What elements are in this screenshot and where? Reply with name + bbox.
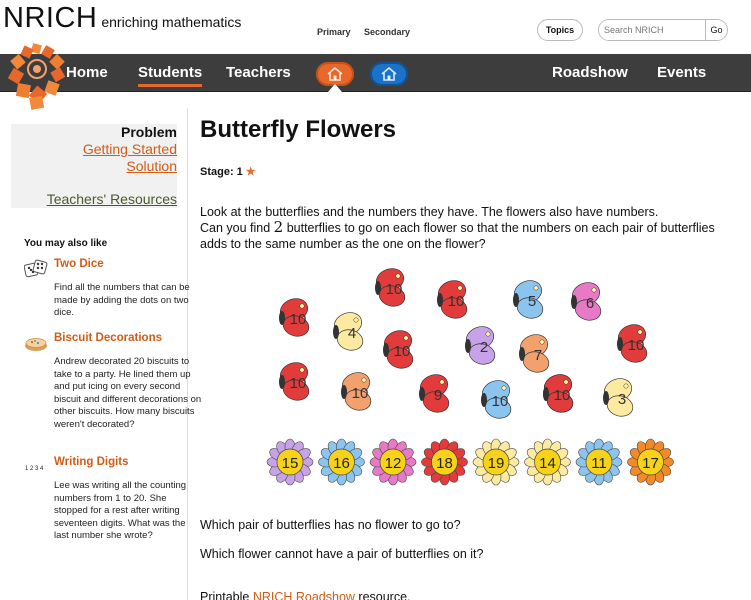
flower-number: 19 — [488, 455, 505, 472]
nav-teachers[interactable]: Teachers — [226, 64, 291, 81]
topics-button[interactable]: Topics — [537, 19, 583, 41]
flower: 17 — [627, 438, 674, 486]
intro-number: 2 — [273, 218, 284, 236]
digits-icon-text: 1 2 3 4 — [25, 466, 44, 472]
dice-icon[interactable] — [24, 258, 48, 280]
main-nav: Home Students Teachers Roadshow Events — [0, 54, 751, 92]
butterfly-number: 10 — [554, 387, 571, 404]
butterfly-number: 10 — [492, 393, 509, 410]
page-title: Butterfly Flowers — [200, 116, 397, 143]
secondary-level-button[interactable] — [370, 62, 408, 86]
flower-number: 16 — [333, 455, 350, 472]
active-level-caret — [328, 84, 342, 92]
sidebar-getting-started-link[interactable]: Getting Started — [83, 141, 177, 157]
stage-label: Stage: 1 ★ — [200, 165, 256, 179]
printable-text-a: Printable — [200, 590, 253, 600]
butterfly: 9 — [419, 374, 450, 413]
butterfly: 10 — [543, 374, 574, 413]
butterfly: 10 — [341, 372, 372, 411]
butterfly: 10 — [279, 298, 310, 337]
digits-icon[interactable]: 1 2 3 4 — [24, 456, 48, 478]
related-description: Lee was writing all the counting numbers… — [54, 480, 187, 542]
related-title-link[interactable]: Biscuit Decorations — [54, 332, 162, 344]
flower: 14 — [524, 438, 571, 486]
flower-number: 17 — [642, 455, 659, 472]
butterfly-number: 9 — [434, 387, 442, 404]
question-1: Which pair of butterflies has no flower … — [200, 518, 461, 532]
level-label-primary: Primary — [317, 27, 351, 37]
related-title-link[interactable]: Two Dice — [54, 258, 104, 270]
butterfly-number: 4 — [348, 325, 356, 342]
butterfly-number: 5 — [528, 293, 536, 310]
butterfly-number: 10 — [386, 281, 403, 298]
nav-students[interactable]: Students — [138, 64, 203, 87]
printable-line: Printable NRICH Roadshow resource. — [200, 590, 745, 600]
flower: 15 — [266, 438, 314, 486]
flower: 12 — [369, 438, 417, 486]
intro-text-a: Can you find — [200, 221, 274, 235]
butterfly: 10 — [383, 330, 414, 369]
butterfly: 10 — [481, 380, 512, 419]
problem-nav-box: Problem Getting Started Solution Teacher… — [11, 124, 177, 208]
butterfly-flowers-puzzle: 1010105610410271010910110315161218191411… — [266, 268, 674, 486]
go-button[interactable]: Go — [705, 20, 727, 40]
flower: 16 — [318, 438, 365, 486]
nav-roadshow[interactable]: Roadshow — [552, 64, 628, 81]
butterfly: 5 — [513, 280, 544, 319]
flower-number: 18 — [436, 455, 453, 472]
level-label-secondary: Secondary — [364, 27, 411, 37]
butterfly-number: 10 — [394, 343, 411, 360]
logo-wordmark: NRICH — [3, 2, 98, 34]
butterfly: 6 — [571, 282, 602, 321]
butterfly-number: 10 — [290, 375, 307, 392]
butterfly-number: 3 — [618, 391, 626, 408]
butterfly: 3 — [603, 378, 634, 417]
flower-number: 14 — [539, 455, 556, 472]
butterfly-number: 10 — [628, 337, 645, 354]
home-icon — [381, 66, 397, 81]
butterfly: 2 — [465, 326, 496, 365]
related-description: Find all the numbers that can be made by… — [54, 282, 190, 319]
butterfly-number: 7 — [534, 347, 542, 364]
butterfly: 10 — [437, 280, 468, 319]
flower: 19 — [472, 438, 520, 486]
printable-text-b: resource. — [354, 590, 411, 600]
butterfly: 10 — [375, 268, 406, 307]
related-title-link[interactable]: Writing Digits — [54, 456, 129, 468]
flower-number: 15 — [282, 455, 299, 472]
sidebar-solution-link[interactable]: Solution — [126, 158, 177, 174]
related-description: Andrew decorated 20 biscuits to take to … — [54, 356, 202, 430]
nav-events[interactable]: Events — [657, 64, 706, 81]
spiral-logo-icon[interactable] — [8, 42, 66, 110]
flower: 11 — [575, 438, 623, 486]
flower-number: 11 — [591, 455, 607, 472]
flower-number: 12 — [385, 455, 402, 472]
biscuit-icon[interactable] — [24, 332, 48, 354]
sidebar-problem: Problem — [120, 124, 177, 140]
stage-text: Stage: 1 — [200, 165, 243, 178]
butterfly-number: 10 — [352, 385, 369, 402]
nav-home[interactable]: Home — [66, 64, 108, 81]
butterfly-number: 10 — [448, 293, 465, 310]
star-icon: ★ — [245, 166, 256, 178]
butterfly: 10 — [279, 362, 310, 401]
sidebar-teachers-resources-link[interactable]: Teachers' Resources — [47, 191, 177, 207]
question-2: Which flower cannot have a pair of butte… — [200, 547, 484, 561]
also-like-heading: You may also like — [24, 238, 108, 249]
search-input[interactable] — [599, 20, 705, 40]
search-box: Go — [598, 19, 728, 41]
butterfly-number: 2 — [480, 339, 488, 356]
roadshow-resource-link[interactable]: NRICH Roadshow — [253, 590, 355, 600]
butterfly-number: 10 — [290, 311, 307, 328]
primary-level-button[interactable] — [316, 62, 354, 86]
butterfly: 10 — [617, 324, 648, 363]
butterfly: 4 — [333, 312, 364, 351]
butterfly-number: 6 — [586, 295, 594, 312]
flower: 18 — [421, 438, 468, 486]
site-logo[interactable]: NRICH enriching mathematics — [3, 2, 241, 35]
butterfly: 7 — [519, 334, 550, 373]
home-icon — [327, 66, 343, 81]
intro-question: Can you find 2 butterflies to go on each… — [200, 218, 745, 252]
logo-tagline: enriching mathematics — [101, 14, 242, 30]
